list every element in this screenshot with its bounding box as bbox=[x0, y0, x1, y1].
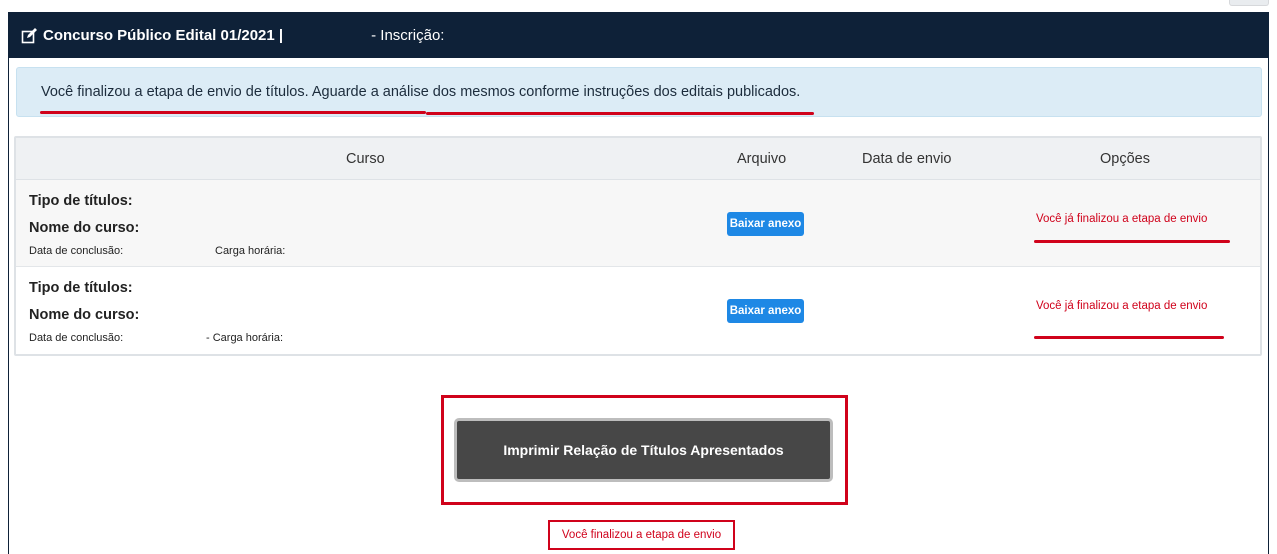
final-status-message: Você finalizou a etapa de envio bbox=[548, 520, 735, 550]
data-conclusao-label: Data de conclusão: bbox=[29, 245, 124, 257]
inscricao-label: - Inscrição: bbox=[371, 27, 445, 44]
table-row: Tipo de títulos: Nome do curso: Data de … bbox=[16, 180, 1260, 267]
option-underline-annotation bbox=[1034, 336, 1224, 339]
tipo-titulos-label: Tipo de títulos: bbox=[29, 193, 133, 209]
panel-header: Concurso Público Edital 01/2021 | - Insc… bbox=[9, 13, 1268, 58]
baixar-anexo-button[interactable]: Baixar anexo bbox=[727, 299, 804, 323]
alert-underline-annotation bbox=[426, 112, 814, 115]
table-header: Curso Arquivo Data de envio Opções bbox=[16, 138, 1260, 180]
print-highlight-frame: Imprimir Relação de Títulos Apresentados bbox=[441, 395, 848, 505]
carga-horaria-label: - Carga horária: bbox=[206, 332, 284, 344]
alert-underline-annotation bbox=[40, 111, 426, 114]
nome-curso-label: Nome do curso: bbox=[29, 307, 140, 323]
page-title: Concurso Público Edital 01/2021 | bbox=[43, 27, 284, 44]
nome-curso-label: Nome do curso: bbox=[29, 220, 140, 236]
option-status-text: Você já finalizou a etapa de envio bbox=[1036, 300, 1208, 312]
print-titles-button[interactable]: Imprimir Relação de Títulos Apresentados bbox=[454, 418, 833, 482]
column-header-arquivo: Arquivo bbox=[737, 151, 787, 167]
option-underline-annotation bbox=[1034, 240, 1230, 243]
table-row: Tipo de títulos: Nome do curso: Data de … bbox=[16, 267, 1260, 354]
carga-horaria-label: Carga horária: bbox=[215, 245, 286, 257]
column-header-opcoes: Opções bbox=[1100, 151, 1150, 167]
info-alert: Você finalizou a etapa de envio de títul… bbox=[16, 67, 1262, 117]
baixar-anexo-button[interactable]: Baixar anexo bbox=[727, 212, 804, 236]
tipo-titulos-label: Tipo de títulos: bbox=[29, 280, 133, 296]
column-header-curso: Curso bbox=[346, 151, 385, 167]
option-status-text: Você já finalizou a etapa de envio bbox=[1036, 213, 1208, 225]
alert-message: Você finalizou a etapa de envio de títul… bbox=[41, 84, 801, 100]
data-conclusao-label: Data de conclusão: bbox=[29, 332, 124, 344]
top-corner-button[interactable] bbox=[1229, 0, 1269, 6]
titles-table: Curso Arquivo Data de envio Opções Tipo … bbox=[14, 136, 1262, 356]
edit-icon bbox=[21, 27, 37, 43]
column-header-data-envio: Data de envio bbox=[862, 151, 952, 167]
